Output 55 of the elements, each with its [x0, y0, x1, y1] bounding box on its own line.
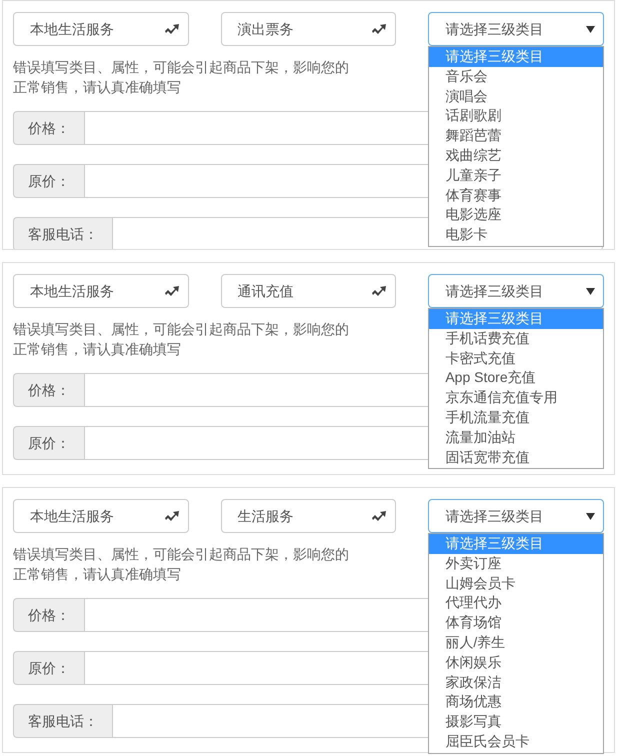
category-select[interactable]: 请选择三级类目: [428, 12, 604, 46]
caret-icon: [586, 512, 596, 520]
arrow-icon: [371, 285, 388, 297]
dropdown-option[interactable]: 舞蹈芭蕾: [429, 126, 604, 146]
dropdown-option[interactable]: 电影选座: [429, 205, 604, 226]
category-select[interactable]: 演出票务: [220, 12, 396, 46]
arrow-icon: [164, 285, 180, 297]
dropdown-option[interactable]: 流量加油站: [429, 428, 604, 448]
warning-text: 错误填写类目、属性，可能会引起商品下架，影响您的正常销售，请认真准确填写: [13, 545, 350, 584]
warning-text: 错误填写类目、属性，可能会引起商品下架，影响您的正常销售，请认真准确填写: [13, 58, 350, 97]
dropdown-option[interactable]: 固话宽带充值: [429, 448, 604, 468]
field-label: 客服电话：: [13, 217, 112, 249]
category-select[interactable]: 请选择三级类目: [428, 274, 604, 308]
arrow-icon: [371, 23, 388, 35]
arrow-icon: [164, 510, 180, 522]
field-label: 价格：: [13, 373, 84, 407]
dropdown-option[interactable]: 儿童亲子: [429, 166, 604, 186]
dropdown-option[interactable]: 卡密式充值: [429, 348, 604, 368]
dropdown-option[interactable]: 手机流量充值: [429, 408, 604, 428]
warning-text: 错误填写类目、属性，可能会引起商品下架，影响您的正常销售，请认真准确填写: [13, 320, 350, 359]
dropdown-option[interactable]: 手机话费充值: [429, 328, 604, 349]
field-label: 客服电话：: [13, 704, 112, 738]
category-select[interactable]: 生活服务: [220, 499, 396, 533]
dropdown-option[interactable]: 摄影写真: [429, 712, 604, 732]
field-label: 价格：: [13, 111, 84, 145]
dropdown-option[interactable]: 音乐会: [429, 66, 604, 87]
dropdown-option[interactable]: 京东通信充值专用: [429, 388, 604, 408]
dropdown-option[interactable]: 商场优惠: [429, 692, 604, 712]
arrow-icon: [371, 510, 388, 522]
caret-icon: [586, 288, 596, 294]
field-label: 价格：: [13, 598, 84, 632]
dropdown-option[interactable]: 屈臣氏会员卡: [429, 732, 604, 752]
dropdown-option[interactable]: App Store充值: [429, 368, 604, 388]
field-label: 原价：: [13, 164, 84, 198]
category-select[interactable]: 本地生活服务: [13, 12, 189, 46]
field-label: 原价：: [13, 426, 84, 460]
field-label: 原价：: [13, 651, 84, 685]
category-select[interactable]: 本地生活服务: [13, 274, 189, 308]
arrow-icon: [164, 23, 180, 35]
category-select[interactable]: 请选择三级类目: [428, 499, 604, 533]
dropdown-option[interactable]: 外卖订座: [429, 554, 604, 574]
dropdown-option[interactable]: 体育场馆: [429, 613, 604, 633]
dropdown-option[interactable]: 话剧歌剧: [429, 106, 604, 126]
dropdown-option[interactable]: 电影卡: [429, 225, 604, 245]
category-select[interactable]: 本地生活服务: [13, 499, 189, 533]
dropdown-option[interactable]: 休闲娱乐: [429, 652, 604, 673]
dropdown-option[interactable]: 戏曲综艺: [429, 146, 604, 166]
caret-icon: [586, 26, 596, 32]
category-select[interactable]: 通讯充值: [220, 274, 396, 308]
dropdown-option[interactable]: 山姆会员卡: [429, 574, 604, 594]
dropdown-option[interactable]: 家政保洁: [429, 672, 604, 692]
dropdown-option[interactable]: 丽人/养生: [429, 632, 604, 653]
dropdown-option[interactable]: 体育赛事: [429, 186, 604, 206]
dropdown-option[interactable]: 演唱会: [429, 86, 604, 106]
dropdown-option[interactable]: 代理代办: [429, 593, 604, 614]
